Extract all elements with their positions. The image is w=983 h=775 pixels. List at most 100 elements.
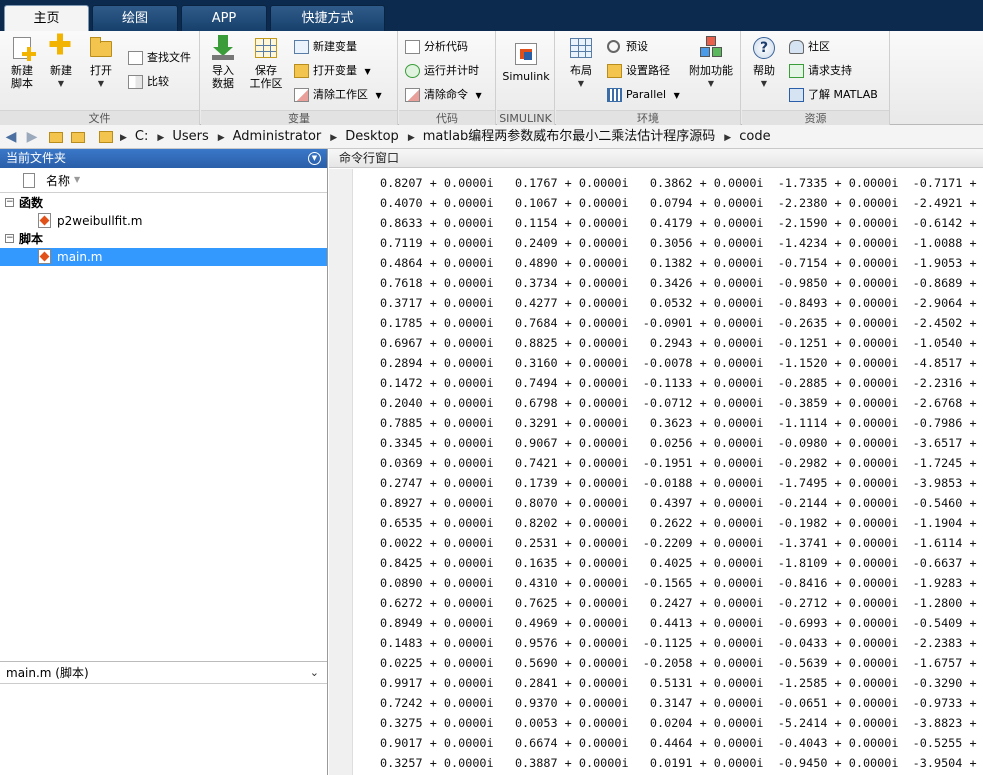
addons-dropdown-icon[interactable]: ▼ (688, 77, 734, 90)
open-variable-button[interactable]: 打开变量 ▼ (294, 61, 371, 81)
import-data-button[interactable]: 导入 数据 (204, 35, 242, 90)
new-script-label: 新建 脚本 (11, 64, 33, 90)
toolstrip-tabs: 主页 绘图 APP 快捷方式 (0, 0, 983, 32)
output-line: 0.3257 + 0.0000i 0.3887 + 0.0000i 0.0191… (380, 756, 983, 770)
layout-icon (568, 35, 594, 61)
address-bar: ◀ ▶ ▶ C: ▶ Users ▶ Administrator ▶ Desktop ▶ matl… (0, 125, 983, 149)
set-path-button[interactable]: 设置路径 (607, 61, 670, 81)
preferences-button[interactable]: 预设 (607, 37, 648, 57)
new-script-button[interactable]: 新建 脚本 (3, 35, 41, 90)
ribbon-group-code: 分析代码 运行并计时 清除命令 ▼ 代码 (399, 31, 496, 125)
analyze-code-button[interactable]: 分析代码 (405, 37, 468, 57)
current-folder-header: 当前文件夹 ▼ (0, 149, 327, 168)
layout-dropdown-icon[interactable]: ▼ (562, 77, 600, 90)
new-label: 新建 (50, 64, 72, 77)
community-button[interactable]: 社区 (789, 37, 830, 57)
analyze-code-icon (405, 40, 420, 54)
parallel-dropdown-icon[interactable]: ▼ (674, 91, 680, 100)
open-variable-dropdown-icon[interactable]: ▼ (365, 67, 371, 76)
ribbon: 新建 脚本 新建 ▼ 打开 ▼ 查找文件 比较 文件 导入 数据 保存 工作区 … (0, 31, 983, 125)
compare-button[interactable]: 比较 (128, 72, 169, 92)
new-script-icon (9, 35, 36, 61)
ribbon-group-environment-label: 环境 (556, 110, 740, 125)
panel-actions-icon[interactable]: ▼ (308, 152, 321, 165)
compare-label: 比较 (147, 75, 169, 88)
command-output[interactable]: 0.8207 + 0.0000i 0.1767 + 0.0000i 0.3862… (380, 173, 983, 773)
forward-arrow-icon[interactable]: ▶ (24, 129, 40, 145)
file-item-main[interactable]: main.m (0, 248, 327, 266)
open-folder-icon (88, 35, 114, 61)
breadcrumb-segment[interactable]: code (739, 129, 770, 144)
output-line: 0.7242 + 0.0000i 0.9370 + 0.0000i 0.3147… (380, 696, 983, 710)
breadcrumb-segment[interactable]: C: (135, 129, 148, 144)
new-button[interactable]: 新建 ▼ (42, 33, 80, 90)
tab-apps[interactable]: APP (181, 5, 267, 31)
run-and-time-button[interactable]: 运行并计时 (405, 61, 479, 81)
clear-commands-dropdown-icon[interactable]: ▼ (476, 91, 482, 100)
output-line: 0.0369 + 0.0000i 0.7421 + 0.0000i -0.195… (380, 456, 983, 470)
output-line: 0.0022 + 0.0000i 0.2531 + 0.0000i -0.220… (380, 536, 983, 550)
clear-commands-button[interactable]: 清除命令 ▼ (405, 85, 482, 105)
chevron-down-icon[interactable]: ⌄ (310, 662, 319, 684)
preferences-label: 预设 (626, 40, 648, 53)
breadcrumb-segment[interactable]: Administrator (233, 129, 322, 144)
output-line: 0.3345 + 0.0000i 0.9067 + 0.0000i 0.0256… (380, 436, 983, 450)
browse-folder-icon[interactable] (70, 129, 86, 145)
clear-workspace-dropdown-icon[interactable]: ▼ (376, 91, 382, 100)
parallel-button[interactable]: Parallel ▼ (607, 85, 680, 105)
layout-button[interactable]: 布局 ▼ (562, 35, 600, 90)
clear-workspace-button[interactable]: 清除工作区 ▼ (294, 85, 382, 105)
back-arrow-icon[interactable]: ◀ (3, 129, 19, 145)
new-variable-label: 新建变量 (313, 40, 357, 53)
ribbon-group-file: 新建 脚本 新建 ▼ 打开 ▼ 查找文件 比较 文件 (0, 31, 200, 125)
tab-home[interactable]: 主页 (4, 5, 89, 32)
addons-button[interactable]: 附加功能 ▼ (688, 35, 734, 90)
find-files-button[interactable]: 查找文件 (128, 48, 191, 68)
tree-group-scripts[interactable]: − 脚本 (0, 230, 327, 248)
new-variable-button[interactable]: 新建变量 (294, 37, 357, 57)
file-item-p2weibullfit[interactable]: p2weibullfit.m (0, 212, 327, 230)
m-file-icon (38, 213, 51, 228)
breadcrumb-segment[interactable]: Desktop (345, 129, 399, 144)
details-bar[interactable]: main.m (脚本) ⌄ (0, 662, 327, 684)
breadcrumb-segment[interactable]: matlab编程两参数威布尔最小二乘法估计程序源码 (423, 129, 716, 144)
collapse-icon[interactable]: − (5, 234, 14, 243)
breadcrumb-segment[interactable]: Users (172, 129, 208, 144)
file-name: p2weibullfit.m (57, 214, 143, 228)
output-line: 0.4070 + 0.0000i 0.1067 + 0.0000i 0.0794… (380, 196, 983, 210)
tab-plots[interactable]: 绘图 (92, 5, 178, 31)
request-support-button[interactable]: 请求支持 (789, 61, 852, 81)
breadcrumb-separator: ▶ (120, 133, 127, 143)
help-dropdown-icon[interactable]: ▼ (745, 77, 783, 90)
help-button[interactable]: ? 帮助 ▼ (745, 35, 783, 90)
open-button[interactable]: 打开 ▼ (82, 35, 120, 90)
output-line: 0.7618 + 0.0000i 0.3734 + 0.0000i 0.3426… (380, 276, 983, 290)
sort-indicator-icon[interactable]: ▼ (74, 175, 80, 184)
breadcrumb[interactable]: ▶ C: ▶ Users ▶ Administrator ▶ Desktop ▶ matlab编程… (120, 125, 771, 149)
parallel-label: Parallel (626, 88, 667, 101)
output-line: 0.8633 + 0.0000i 0.1154 + 0.0000i 0.4179… (380, 216, 983, 230)
group-label-scripts: 脚本 (19, 232, 44, 246)
learn-matlab-button[interactable]: 了解 MATLAB (789, 85, 878, 105)
output-line: 0.1785 + 0.0000i 0.7684 + 0.0000i -0.090… (380, 316, 983, 330)
simulink-button[interactable]: Simulink (501, 35, 551, 83)
ribbon-group-code-label: 代码 (399, 110, 495, 125)
breadcrumb-separator: ▶ (724, 133, 732, 143)
addons-cubes-icon (698, 35, 724, 61)
open-dropdown-icon[interactable]: ▼ (82, 77, 120, 90)
save-workspace-button[interactable]: 保存 工作区 (245, 35, 287, 90)
tree-group-functions[interactable]: − 函数 (0, 194, 327, 212)
column-header[interactable]: 名称 ▼ (0, 168, 327, 193)
up-folder-icon[interactable] (48, 129, 64, 145)
m-file-icon (38, 249, 51, 264)
output-line: 0.2040 + 0.0000i 0.6798 + 0.0000i -0.071… (380, 396, 983, 410)
ribbon-group-variable-label: 变量 (201, 110, 397, 125)
tab-shortcuts[interactable]: 快捷方式 (270, 5, 385, 31)
simulink-label: Simulink (502, 70, 550, 83)
new-dropdown-icon[interactable]: ▼ (42, 77, 80, 90)
command-window[interactable]: 命令行窗口 0.8207 + 0.0000i 0.1767 + 0.0000i … (329, 149, 983, 775)
collapse-icon[interactable]: − (5, 198, 14, 207)
find-files-label: 查找文件 (147, 51, 191, 64)
compare-icon (128, 75, 143, 89)
output-line: 0.7885 + 0.0000i 0.3291 + 0.0000i 0.3623… (380, 416, 983, 430)
